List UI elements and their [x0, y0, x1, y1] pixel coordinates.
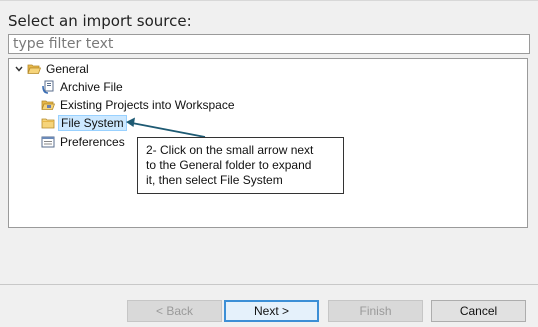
next-button[interactable]: Next >: [224, 300, 319, 322]
callout-line: 2- Click on the small arrow next: [146, 143, 314, 157]
page-heading: Select an import source:: [8, 12, 192, 30]
callout-line: it, then select File System: [146, 173, 283, 187]
folder-open-icon: [27, 62, 41, 76]
preferences-icon: [41, 135, 55, 149]
tree-item-label: Preferences: [60, 135, 125, 149]
tree-item-general[interactable]: General: [13, 60, 91, 78]
tree-item-label: Archive File: [60, 80, 123, 94]
archive-file-icon: [41, 80, 55, 94]
tree-item-preferences[interactable]: Preferences: [41, 133, 127, 151]
cancel-button[interactable]: Cancel: [431, 300, 526, 322]
tree-item-label: Existing Projects into Workspace: [60, 98, 235, 112]
instruction-callout: 2- Click on the small arrow next to the …: [137, 137, 344, 194]
top-divider: [0, 0, 538, 1]
tree-item-file-system[interactable]: File System: [41, 114, 127, 132]
back-button[interactable]: < Back: [127, 300, 222, 322]
callout-line: to the General folder to expand: [146, 158, 312, 172]
finish-button[interactable]: Finish: [328, 300, 423, 322]
button-bar-divider: [0, 284, 538, 285]
projects-icon: [41, 98, 55, 112]
tree-item-label: General: [46, 62, 89, 76]
folder-icon: [41, 116, 55, 130]
tree-item-label: File System: [58, 115, 127, 131]
chevron-down-icon[interactable]: [13, 63, 25, 75]
tree-item-archive-file[interactable]: Archive File: [41, 78, 125, 96]
tree-item-existing-projects[interactable]: Existing Projects into Workspace: [41, 96, 237, 114]
filter-input[interactable]: [8, 34, 530, 54]
